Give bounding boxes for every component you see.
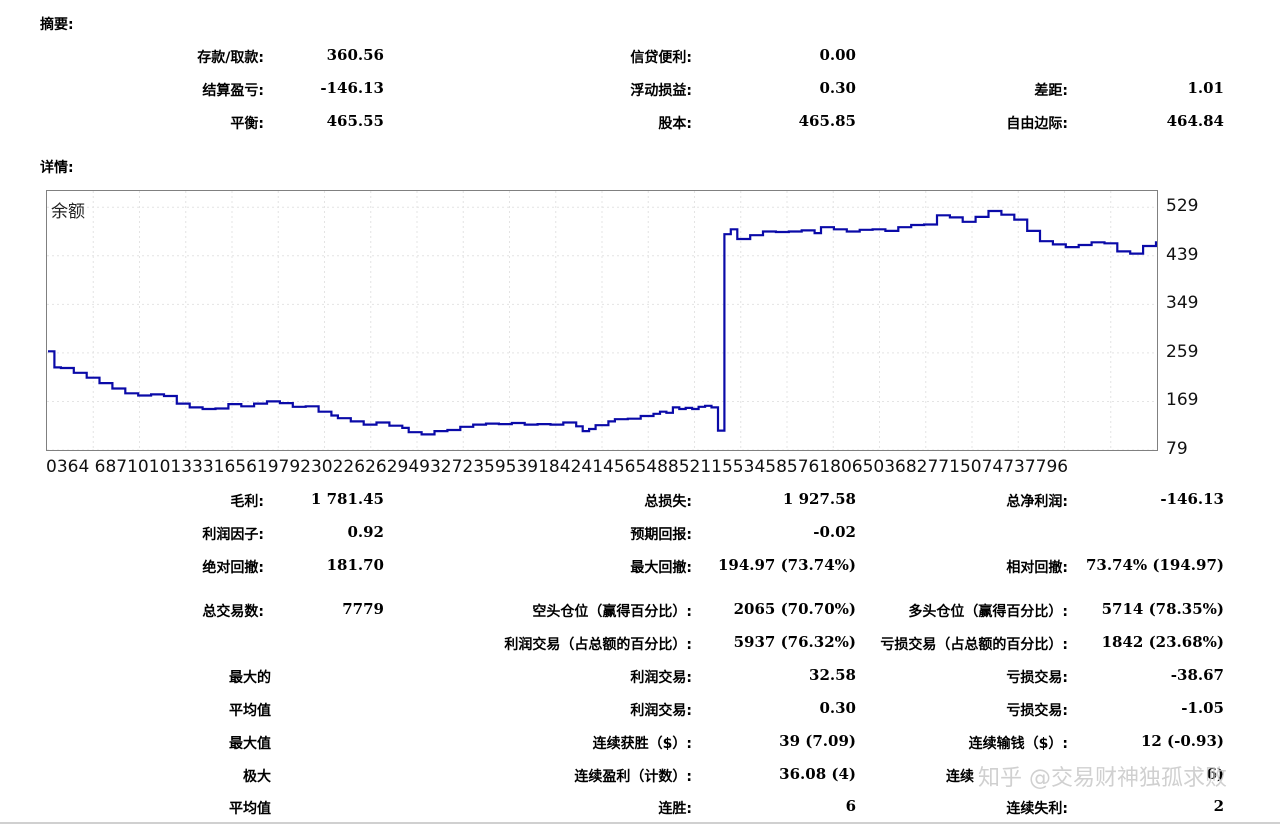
- gross-loss-value: 1 927.58: [782, 490, 856, 508]
- closed-pnl-label: 结算盈亏:: [202, 83, 264, 99]
- profit-factor-value: 0.92: [347, 523, 384, 541]
- maximal-label: 极大: [243, 769, 271, 785]
- total-net-profit-label: 总净利润:: [1006, 494, 1068, 510]
- closed-pnl-value: -146.13: [320, 79, 384, 97]
- profit-factor-label: 利润因子:: [202, 527, 264, 543]
- average-loss-label: 亏损交易:: [1006, 703, 1068, 719]
- absolute-drawdown-label: 绝对回撤:: [202, 560, 264, 576]
- relative-drawdown-value: 73.74% (194.97): [1085, 556, 1224, 574]
- average-profit-label: 利润交易:: [630, 703, 692, 719]
- max-consecutive-losses-value: 12 (-0.93): [1140, 732, 1224, 750]
- maximal-consecutive-profit-value: 36.08 (4): [779, 765, 856, 783]
- y-axis-tick-label: 529: [1166, 196, 1199, 217]
- short-positions-label: 空头仓位（赢得百分比）:: [532, 604, 692, 620]
- profit-trades-value: 5937 (76.32%): [733, 633, 856, 651]
- average-consecutive-losses-label: 连续失利:: [1006, 801, 1068, 817]
- chart-title: 余额: [51, 202, 85, 222]
- largest-profit-value: 32.58: [809, 666, 856, 684]
- largest-label: 最大的: [229, 670, 271, 686]
- y-axis-tick-label: 259: [1166, 341, 1199, 362]
- summary-heading: 摘要:: [40, 17, 74, 33]
- total-net-profit-value: -146.13: [1160, 490, 1224, 508]
- average-loss-value: -1.05: [1181, 699, 1224, 717]
- details-heading: 详情:: [40, 160, 74, 176]
- max-consecutive-wins-label: 连续获胜（$）:: [592, 736, 692, 752]
- balance-chart: [46, 190, 1158, 451]
- maximal-consecutive-profit-label: 连续盈利（计数）:: [574, 769, 692, 785]
- y-axis-tick-label: 439: [1166, 244, 1199, 265]
- largest-profit-label: 利润交易:: [630, 670, 692, 686]
- long-positions-label: 多头仓位（赢得百分比）:: [908, 604, 1068, 620]
- balance-chart-svg: [47, 191, 1157, 450]
- loss-trades-label: 亏损交易（占总额的百分比）:: [880, 637, 1068, 653]
- largest-loss-label: 亏损交易:: [1006, 670, 1068, 686]
- total-trades-value: 7779: [342, 600, 384, 618]
- maximal-drawdown-value: 194.97 (73.74%): [717, 556, 856, 574]
- bottom-divider: [0, 822, 1280, 824]
- y-axis-tick-label: 79: [1166, 439, 1188, 459]
- free-margin-label: 自由边际:: [1006, 116, 1068, 132]
- average-profit-value: 0.30: [819, 699, 856, 717]
- floating-pnl-value: 0.30: [819, 79, 856, 97]
- short-positions-value: 2065 (70.70%): [733, 600, 856, 618]
- gross-profit-value: 1 781.45: [310, 490, 384, 508]
- total-trades-label: 总交易数:: [202, 604, 264, 620]
- spread-value: 1.01: [1187, 79, 1224, 97]
- spread-label: 差距:: [1034, 83, 1068, 99]
- deposit-withdrawal-value: 360.56: [326, 46, 384, 64]
- expected-payoff-label: 预期回报:: [630, 527, 692, 543]
- average-label: 平均值: [229, 703, 271, 719]
- balance-label: 平衡:: [230, 116, 264, 132]
- average-consecutive-label: 平均值: [229, 801, 271, 817]
- expected-payoff-value: -0.02: [813, 523, 856, 541]
- max-consecutive-wins-value: 39 (7.09): [779, 732, 856, 750]
- equity-label: 股本:: [658, 116, 692, 132]
- average-consecutive-wins-label: 连胜:: [658, 801, 692, 817]
- maximal-drawdown-label: 最大回撤:: [630, 560, 692, 576]
- free-margin-value: 464.84: [1166, 112, 1224, 130]
- gross-loss-label: 总损失:: [644, 494, 692, 510]
- profit-trades-label: 利润交易（占总额的百分比）:: [504, 637, 692, 653]
- credit-facility-label: 信贷便利:: [630, 50, 692, 66]
- x-axis-tick-labels: 0364 68710101333165619792302262629493272…: [46, 457, 1069, 477]
- absolute-drawdown-value: 181.70: [326, 556, 384, 574]
- largest-loss-value: -38.67: [1170, 666, 1224, 684]
- relative-drawdown-label: 相对回撤:: [1006, 560, 1068, 576]
- balance-value: 465.55: [326, 112, 384, 130]
- credit-facility-value: 0.00: [819, 46, 856, 64]
- average-consecutive-losses-value: 2: [1213, 797, 1224, 815]
- y-axis-tick-label: 349: [1166, 293, 1199, 314]
- average-consecutive-wins-value: 6: [845, 797, 856, 815]
- zhihu-watermark: 知乎 @交易财神独孤求败: [978, 766, 1227, 791]
- loss-trades-value: 1842 (23.68%): [1101, 633, 1224, 651]
- deposit-withdrawal-label: 存款/取款:: [197, 50, 264, 66]
- max-consecutive-losses-label: 连续输钱（$）:: [968, 736, 1068, 752]
- long-positions-value: 5714 (78.35%): [1101, 600, 1224, 618]
- floating-pnl-label: 浮动损益:: [630, 83, 692, 99]
- y-axis-tick-label: 169: [1166, 390, 1199, 411]
- maximum-label: 最大值: [229, 736, 271, 752]
- maximal-consecutive-loss-label: 连续: [946, 769, 974, 785]
- equity-value: 465.85: [798, 112, 856, 130]
- gross-profit-label: 毛利:: [230, 494, 264, 510]
